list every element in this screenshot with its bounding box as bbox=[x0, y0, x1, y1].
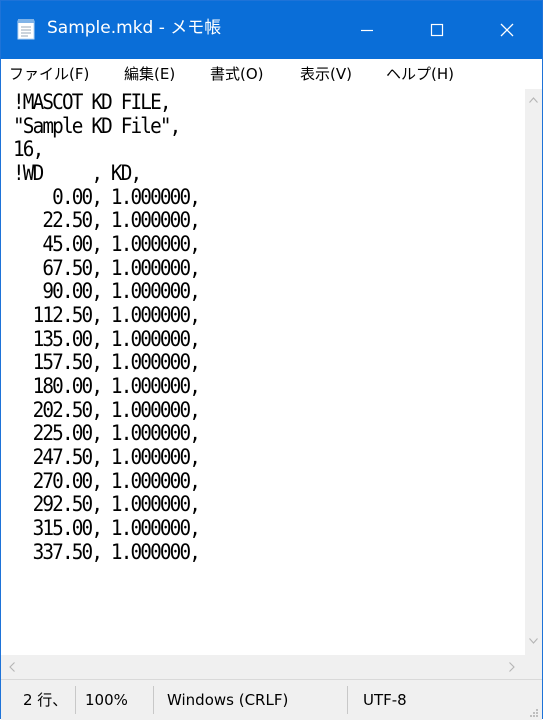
text-line: 292.50, 1.000000, bbox=[13, 492, 201, 516]
text-line: 180.00, 1.000000, bbox=[13, 374, 201, 398]
text-line: 0.00, 1.000000, bbox=[13, 185, 201, 209]
text-line: 315.00, 1.000000, bbox=[13, 516, 201, 540]
text-line: 112.50, 1.000000, bbox=[13, 303, 201, 327]
maximize-button[interactable] bbox=[402, 1, 472, 59]
window-title: Sample.mkd - メモ帳 bbox=[47, 18, 222, 38]
close-button[interactable] bbox=[472, 1, 542, 59]
resize-grip-icon[interactable] bbox=[529, 708, 539, 718]
menu-view[interactable]: 表示(V) bbox=[300, 64, 352, 84]
text-line: !MASCOT KD FILE, bbox=[13, 90, 172, 114]
text-line: 225.00, 1.000000, bbox=[13, 421, 201, 445]
text-line: "Sample KD File", bbox=[13, 114, 181, 138]
menu-edit[interactable]: 編集(E) bbox=[124, 64, 175, 84]
vertical-scrollbar[interactable] bbox=[525, 89, 542, 655]
text-line: 270.00, 1.000000, bbox=[13, 469, 201, 493]
scroll-up-icon[interactable] bbox=[529, 97, 538, 103]
text-line: 67.50, 1.000000, bbox=[13, 256, 201, 280]
horizontal-scrollbar[interactable] bbox=[1, 655, 525, 679]
status-divider bbox=[347, 686, 348, 714]
text-line: 247.50, 1.000000, bbox=[13, 445, 201, 469]
menu-bar: ファイル(F) 編集(E) 書式(O) 表示(V) ヘルプ(H) bbox=[1, 59, 542, 89]
notepad-window: Sample.mkd - メモ帳 ファイル(F) 編集(E) 書式(O) 表示(… bbox=[0, 0, 543, 720]
text-line: 337.50, 1.000000, bbox=[13, 540, 201, 564]
text-line: !WD , KD, bbox=[13, 161, 142, 185]
text-line: 16, bbox=[13, 137, 44, 161]
status-divider bbox=[153, 686, 154, 714]
text-line: 22.50, 1.000000, bbox=[13, 208, 201, 232]
status-bar: 2 行、 100% Windows (CRLF) UTF-8 bbox=[1, 679, 542, 720]
text-line: 90.00, 1.000000, bbox=[13, 279, 201, 303]
scrollbar-corner bbox=[525, 655, 542, 679]
status-encoding: UTF-8 bbox=[363, 691, 407, 709]
menu-file[interactable]: ファイル(F) bbox=[9, 64, 89, 84]
text-editor[interactable]: !MASCOT KD FILE, "Sample KD File", 16, !… bbox=[1, 89, 525, 655]
notepad-icon bbox=[17, 19, 35, 40]
text-line: 135.00, 1.000000, bbox=[13, 327, 201, 351]
scroll-down-icon[interactable] bbox=[529, 638, 538, 644]
menu-format[interactable]: 書式(O) bbox=[210, 64, 264, 84]
status-divider bbox=[75, 686, 76, 714]
text-line: 202.50, 1.000000, bbox=[13, 398, 201, 422]
scroll-left-icon[interactable] bbox=[9, 662, 15, 672]
title-bar[interactable]: Sample.mkd - メモ帳 bbox=[1, 1, 542, 59]
text-line: 45.00, 1.000000, bbox=[13, 232, 201, 256]
minimize-button[interactable] bbox=[332, 1, 402, 59]
close-icon bbox=[500, 23, 514, 37]
maximize-icon bbox=[430, 23, 444, 37]
scroll-right-icon[interactable] bbox=[509, 662, 515, 672]
text-line: 157.50, 1.000000, bbox=[13, 350, 201, 374]
minimize-icon bbox=[361, 29, 373, 32]
status-line-position: 2 行、 bbox=[23, 691, 68, 709]
status-zoom: 100% bbox=[85, 691, 128, 709]
menu-help[interactable]: ヘルプ(H) bbox=[386, 64, 454, 84]
status-line-ending: Windows (CRLF) bbox=[167, 691, 289, 709]
